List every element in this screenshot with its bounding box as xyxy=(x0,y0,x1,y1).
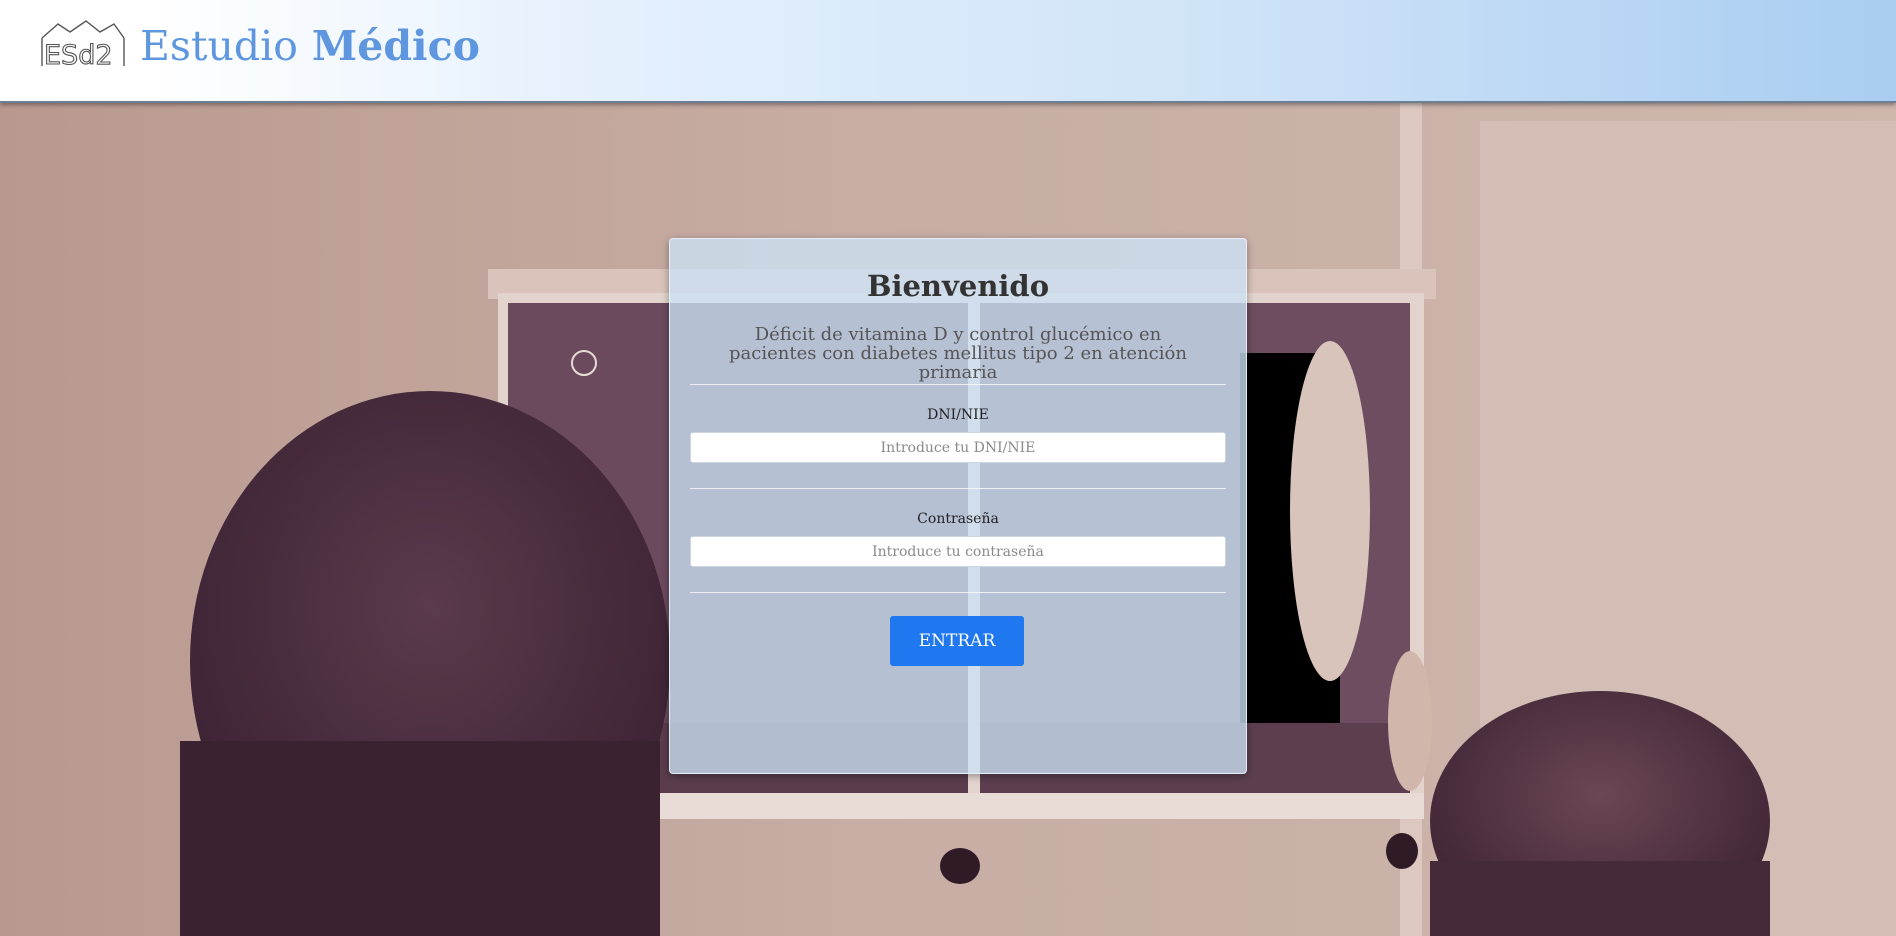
study-subtitle: Déficit de vitamina D y control glucémic… xyxy=(729,324,1187,383)
divider xyxy=(690,384,1226,385)
site-header: ESd2 Estudio Médico xyxy=(0,0,1896,103)
brand-title[interactable]: Estudio Médico xyxy=(140,20,480,72)
brand-word-estudio: Estudio xyxy=(140,22,298,70)
dni-input[interactable] xyxy=(690,432,1226,463)
welcome-title: Bienvenido xyxy=(866,269,1050,303)
brand-word-medico: Médico xyxy=(311,22,480,70)
dni-label: DNI/NIE xyxy=(927,407,989,423)
login-card: Bienvenido Déficit de vitamina D y contr… xyxy=(669,238,1247,774)
login-page: ESd2 Estudio Médico Bienvenido Déficit d… xyxy=(0,0,1896,936)
divider xyxy=(690,488,1226,489)
esd2-logo[interactable]: ESd2 xyxy=(38,18,128,70)
submit-button[interactable]: ENTRAR xyxy=(890,616,1024,666)
password-input[interactable] xyxy=(690,536,1226,567)
divider xyxy=(690,592,1226,593)
svg-text:ESd2: ESd2 xyxy=(44,40,113,70)
password-label: Contraseña xyxy=(917,511,999,527)
